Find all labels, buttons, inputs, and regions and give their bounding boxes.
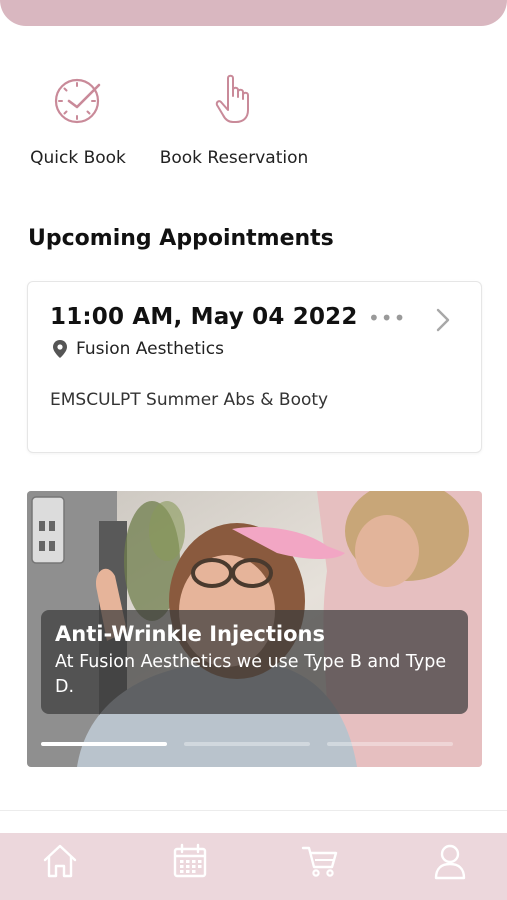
appointment-card[interactable]: 11:00 AM, May 04 2022 ••• Fusion Aesthet… (27, 281, 482, 453)
appointment-location: Fusion Aesthetics (52, 339, 224, 359)
home-icon (43, 844, 77, 878)
bottom-nav (0, 833, 507, 900)
calendar-icon (173, 843, 207, 878)
pointer-hand-icon (215, 74, 249, 123)
carousel-dot[interactable] (327, 742, 453, 746)
location-pin-icon (53, 340, 67, 358)
chevron-right-icon[interactable] (432, 306, 454, 334)
book-reservation-button[interactable]: Book Reservation (158, 72, 310, 168)
location-name: Fusion Aesthetics (76, 339, 224, 359)
top-banner (0, 0, 507, 26)
more-options-icon[interactable]: ••• (368, 306, 406, 330)
profile-icon (434, 844, 466, 880)
appointment-service: EMSCULPT Summer Abs & Booty (50, 390, 329, 410)
divider (0, 810, 507, 811)
promo-carousel[interactable]: Anti-Wrinkle Injections At Fusion Aesthe… (27, 491, 482, 767)
clock-check-icon (54, 78, 101, 124)
nav-cart[interactable] (300, 841, 340, 881)
promo-caption: Anti-Wrinkle Injections At Fusion Aesthe… (41, 610, 468, 714)
upcoming-appointments-title: Upcoming Appointments (28, 226, 334, 251)
cart-icon (301, 846, 338, 877)
quick-book-label: Quick Book (30, 148, 126, 168)
quick-book-button[interactable]: Quick Book (28, 72, 128, 168)
nav-profile[interactable] (430, 841, 470, 881)
quick-actions: Quick Book Book Reservation (0, 72, 507, 182)
promo-description: At Fusion Aesthetics we use Type B and T… (55, 652, 447, 697)
carousel-indicator (41, 742, 468, 746)
appointment-datetime: 11:00 AM, May 04 2022 (50, 304, 358, 330)
promo-title: Anti-Wrinkle Injections (55, 622, 325, 646)
nav-home[interactable] (40, 841, 80, 881)
book-reservation-label: Book Reservation (159, 148, 309, 168)
carousel-dot[interactable] (41, 742, 167, 746)
nav-calendar[interactable] (170, 841, 210, 881)
carousel-dot[interactable] (184, 742, 310, 746)
